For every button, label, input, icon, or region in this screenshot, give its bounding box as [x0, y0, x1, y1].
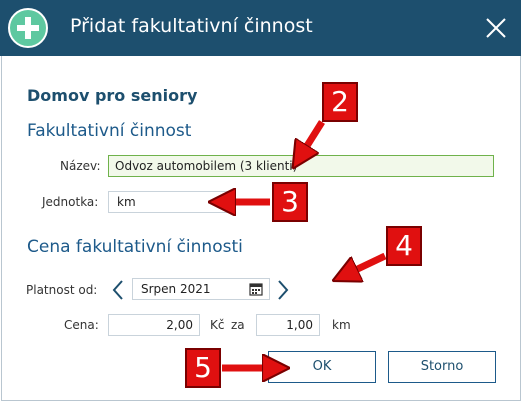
callout-2: 2	[322, 82, 358, 122]
valid-from-date-input[interactable]: Srpen 2021	[132, 278, 270, 300]
add-icon	[8, 8, 48, 48]
unit-select[interactable]: km	[108, 191, 228, 213]
chevron-down-icon	[209, 196, 221, 211]
dialog-title: Přidat fakultativní činnost	[70, 15, 313, 37]
quantity-input[interactable]: 1,00	[256, 314, 320, 336]
section-heading-activity: Fakultativní činnost	[27, 121, 192, 141]
unit-select-value: km	[117, 195, 136, 209]
price-input[interactable]: 2,00	[108, 314, 200, 336]
calendar-icon[interactable]	[249, 282, 263, 299]
callout-5: 5	[185, 348, 221, 388]
dialog-body	[1, 56, 521, 401]
name-input[interactable]: Odvoz automobilem (3 klienti)	[108, 155, 494, 177]
section-heading-price: Cena fakultativní činnosti	[27, 237, 243, 257]
organization-name: Domov pro seniory	[27, 86, 198, 105]
next-month-button[interactable]	[275, 278, 291, 306]
valid-from-value: Srpen 2021	[141, 282, 211, 296]
quantity-unit-label: km	[332, 318, 351, 332]
unit-label: Jednotka:	[42, 195, 99, 209]
close-icon[interactable]	[484, 16, 508, 40]
currency-label: Kč	[210, 318, 225, 332]
price-label: Cena:	[64, 318, 99, 332]
callout-3: 3	[272, 182, 308, 222]
cancel-button[interactable]: Storno	[388, 351, 496, 383]
per-label: za	[231, 318, 245, 332]
ok-button[interactable]: OK	[268, 351, 376, 383]
valid-from-label: Platnost od:	[26, 283, 98, 297]
prev-month-button[interactable]	[110, 278, 126, 306]
callout-4: 4	[386, 226, 422, 266]
name-label: Název:	[60, 159, 101, 173]
